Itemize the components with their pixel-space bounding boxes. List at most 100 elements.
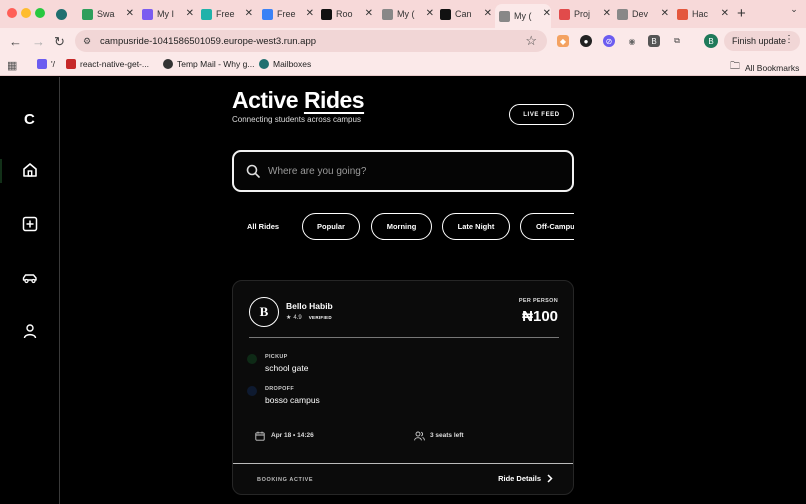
bookmark-star-icon[interactable]: ☆ xyxy=(525,33,537,49)
browser-tab[interactable]: My I ✕ xyxy=(142,4,194,24)
browser-tab[interactable]: Proj ✕ xyxy=(559,4,611,24)
close-tab-icon[interactable]: ✕ xyxy=(543,8,551,19)
browser-tab[interactable]: Can ✕ xyxy=(440,4,492,24)
close-tab-icon[interactable]: ✕ xyxy=(603,8,611,19)
close-tab-icon[interactable]: ✕ xyxy=(126,8,134,19)
globe-icon xyxy=(56,8,67,20)
search-bar[interactable] xyxy=(232,150,574,192)
user-icon[interactable] xyxy=(22,323,38,339)
browser-tab[interactable]: Roo ✕ xyxy=(321,4,373,24)
tab-label: Free xyxy=(277,9,296,19)
filter-chip-morning[interactable]: Morning xyxy=(371,213,432,240)
tab-label: My ( xyxy=(397,9,415,19)
filter-chip-late-night[interactable]: Late Night xyxy=(442,213,510,240)
all-bookmarks-button[interactable]: 🗀 All Bookmarks xyxy=(730,59,799,76)
app-logo[interactable]: C xyxy=(24,111,35,128)
browser-tab[interactable]: Swa ✕ xyxy=(82,4,134,24)
apps-grid-icon[interactable]: ▦ xyxy=(7,59,17,72)
bookmark-item[interactable]: react-native-get-... xyxy=(66,59,149,69)
globe-icon xyxy=(499,10,510,22)
tab-label: Roo xyxy=(336,9,353,19)
bookmark-label: Mailboxes xyxy=(273,59,312,69)
car-icon[interactable] xyxy=(22,270,38,286)
forward-button[interactable]: → xyxy=(32,34,45,49)
app-viewport: C Active Rides Connecting students acros… xyxy=(0,77,806,504)
close-tab-icon[interactable]: ✕ xyxy=(661,8,669,19)
minimize-window-button[interactable] xyxy=(21,8,31,18)
browser-tab[interactable]: Dev ✕ xyxy=(617,4,669,24)
dropoff-label: DROPOFF xyxy=(265,386,294,392)
close-tab-icon[interactable]: ✕ xyxy=(186,8,194,19)
page-title-underlined: Rides xyxy=(303,87,365,113)
active-indicator xyxy=(0,159,2,183)
bookmark-item[interactable]: Temp Mail - Why g... xyxy=(163,59,254,69)
calendar-icon xyxy=(255,431,265,441)
ride-card[interactable]: B Bello Habib ★ 4.9 VERIFIED PER PERSON … xyxy=(232,280,574,495)
bookmark-favicon-icon xyxy=(259,59,269,69)
driver-avatar: B xyxy=(249,297,279,327)
browser-tab[interactable]: My ( ✕ xyxy=(495,4,551,28)
all-bookmarks-label: All Bookmarks xyxy=(745,62,800,73)
browser-tab[interactable]: Hac ✕ xyxy=(677,4,729,24)
finish-update-label: Finish update xyxy=(732,36,787,46)
tab-label: My ( xyxy=(514,11,532,21)
camera-extension-icon[interactable]: ◉ xyxy=(626,35,638,47)
close-tab-icon[interactable]: ✕ xyxy=(245,8,253,19)
bookmark-favicon-icon xyxy=(66,59,76,69)
filter-chip-all-rides[interactable]: All Rides xyxy=(247,213,297,240)
close-window-button[interactable] xyxy=(7,8,17,18)
globe-icon xyxy=(382,8,393,20)
pinned-tab[interactable] xyxy=(56,4,74,24)
profile-avatar[interactable]: B xyxy=(704,34,718,48)
green-circle-icon xyxy=(82,8,93,20)
finish-update-button[interactable]: Finish update ⋮ xyxy=(724,31,800,51)
metamask-extension-icon[interactable]: ◆ xyxy=(557,35,569,47)
close-tab-icon[interactable]: ✕ xyxy=(306,8,314,19)
bold-extension-icon[interactable]: B xyxy=(648,35,660,47)
users-icon xyxy=(414,431,425,441)
extension-icon[interactable]: ● xyxy=(580,35,592,47)
browser-tab[interactable]: Free ✕ xyxy=(262,4,314,24)
close-tab-icon[interactable]: ✕ xyxy=(484,8,492,19)
tab-search-button[interactable]: ⌄ xyxy=(787,4,801,18)
bookmark-item[interactable]: Mailboxes xyxy=(259,59,311,69)
site-settings-icon[interactable]: ⚙ xyxy=(83,36,94,47)
bookmark-favicon-icon xyxy=(163,59,173,69)
ride-datetime: Apr 18 • 14:26 xyxy=(271,432,314,439)
verified-badge: VERIFIED xyxy=(308,315,332,320)
close-tab-icon[interactable]: ✕ xyxy=(426,8,434,19)
rating-value: 4.9 xyxy=(293,314,302,321)
pickup-location: school gate xyxy=(265,363,309,373)
ride-details-button[interactable]: Ride Details xyxy=(498,474,553,483)
live-feed-button[interactable]: LIVE FEED xyxy=(509,104,574,125)
red-ring-icon xyxy=(559,8,570,20)
browser-tab[interactable]: My ( ✕ xyxy=(382,4,434,24)
more-menu-icon: ⋮ xyxy=(784,34,794,45)
dropoff-dot xyxy=(247,386,257,396)
bookmark-item[interactable]: '/ xyxy=(37,59,55,69)
price-label: PER PERSON xyxy=(518,298,558,304)
close-tab-icon[interactable]: ✕ xyxy=(721,8,729,19)
browser-tab[interactable]: Free ✕ xyxy=(201,4,253,24)
black-square-icon xyxy=(321,8,332,20)
zoom-window-button[interactable] xyxy=(35,8,45,18)
booking-status: BOOKING ACTIVE xyxy=(257,477,314,483)
page-subtitle: Connecting students across campus xyxy=(232,115,361,124)
chevron-right-icon xyxy=(547,474,553,483)
filter-chip-popular[interactable]: Popular xyxy=(302,213,360,240)
filter-chip-off-campus[interactable]: Off-Campus xyxy=(520,213,574,240)
new-tab-button[interactable]: + xyxy=(737,5,746,22)
bookmark-label: react-native-get-... xyxy=(80,59,149,69)
address-bar[interactable]: ⚙ campusride-1041586501059.europe-west3.… xyxy=(75,30,547,52)
red-blob-icon xyxy=(677,8,688,20)
search-input[interactable] xyxy=(268,162,558,180)
reload-button[interactable]: ↻ xyxy=(54,34,65,50)
extensions-puzzle-icon[interactable]: ⧉ xyxy=(671,35,683,47)
home-icon[interactable] xyxy=(22,162,38,178)
close-tab-icon[interactable]: ✕ xyxy=(365,8,373,19)
blocker-extension-icon[interactable]: ⊘ xyxy=(603,35,615,47)
bookmark-favicon-icon xyxy=(37,59,47,69)
teal-pen-icon xyxy=(201,8,212,20)
back-button[interactable]: ← xyxy=(9,34,22,49)
plus-square-icon[interactable] xyxy=(22,216,38,232)
